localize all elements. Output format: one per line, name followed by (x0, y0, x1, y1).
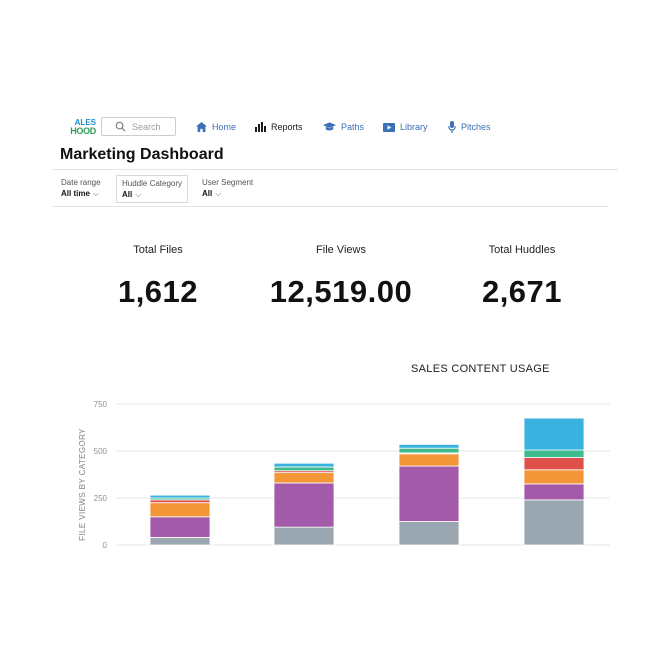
bar-segment (523, 499, 585, 546)
y-tick-label: 0 (103, 541, 108, 550)
filter-huddle-category-label: Huddle Category (122, 179, 183, 188)
bar-segment (398, 447, 460, 454)
bar-segment (523, 469, 585, 485)
page-title: Marketing Dashboard (60, 146, 224, 163)
y-tick-label: 750 (94, 400, 108, 409)
chevron-down-icon: ⌵ (215, 189, 222, 198)
microphone-icon (448, 121, 456, 133)
nav-paths[interactable]: Paths (323, 120, 364, 134)
bar-segment (273, 482, 335, 528)
kpi-total-files-label: Total Files (133, 244, 183, 256)
filters-divider (52, 206, 608, 207)
bar-segment (149, 494, 211, 499)
kpi-total-files: Total Files 1,612 (68, 244, 248, 310)
home-icon (196, 122, 207, 132)
title-divider (52, 169, 618, 170)
bar-segment (398, 521, 460, 546)
kpi-total-huddles-label: Total Huddles (488, 244, 556, 256)
search-icon (115, 121, 126, 132)
nav-reports-label: Reports (271, 122, 303, 132)
bar-segment (273, 472, 335, 484)
filter-user-segment-label: User Segment (202, 178, 254, 187)
bar-segment (149, 502, 211, 518)
top-nav-bar: ALES HOOD Search Home Reports Paths Libr… (62, 112, 618, 142)
nav-library[interactable]: Library (383, 120, 428, 134)
play-folder-icon (383, 123, 395, 132)
kpi-total-files-value: 1,612 (117, 274, 199, 309)
filter-date-range-value: All time ⌵ (61, 189, 99, 198)
nav-reports[interactable]: Reports (255, 120, 303, 134)
bar-segment (523, 457, 585, 471)
filter-huddle-category-value: All ⌵ (122, 190, 142, 199)
y-tick-label: 250 (94, 494, 108, 503)
search-input[interactable]: Search (101, 117, 176, 136)
nav-paths-label: Paths (341, 122, 365, 132)
chevron-down-icon: ⌵ (135, 190, 142, 199)
kpi-file-views: File Views 12,519.00 (251, 244, 431, 310)
search-placeholder: Search (132, 121, 161, 132)
bar-segment (149, 499, 211, 504)
filter-huddle-category[interactable]: Huddle Category All ⌵ (116, 175, 189, 203)
bar-segment (523, 417, 585, 451)
nav-pitches[interactable]: Pitches (448, 120, 491, 134)
nav-library-label: Library (400, 122, 428, 132)
bar-segment (273, 526, 335, 546)
bar-segment (523, 449, 585, 458)
nav-pitches-label: Pitches (461, 122, 491, 132)
y-tick-label: 500 (94, 447, 108, 456)
bar-segment (398, 453, 460, 467)
filter-date-range[interactable]: Date range All time ⌵ (56, 175, 106, 203)
app-logo[interactable]: ALES HOOD (66, 118, 96, 138)
y-axis-label: FILE VIEWS BY CATEGORY (78, 428, 87, 541)
sales-content-usage-chart: 0 250 500 750 FILE VIEWS BY CATEGORY (78, 400, 610, 550)
filter-date-range-label: Date range (61, 178, 101, 187)
kpi-file-views-label: File Views (316, 244, 366, 256)
bar-segment (149, 516, 211, 538)
bar-segment (273, 466, 335, 472)
kpi-total-huddles-value: 2,671 (481, 274, 563, 309)
graduation-cap-icon (323, 122, 336, 131)
nav-home-label: Home (212, 122, 237, 132)
chevron-down-icon: ⌵ (92, 189, 99, 198)
bar-segment (398, 444, 460, 449)
kpi-total-huddles: Total Huddles 2,671 (432, 244, 612, 310)
bar-segment (398, 465, 460, 522)
kpi-file-views-value: 12,519.00 (269, 274, 413, 309)
nav-home[interactable]: Home (196, 120, 236, 134)
bar-segment (149, 537, 211, 546)
chart-title: SALES CONTENT USAGE (411, 363, 550, 375)
bar-segment (273, 462, 335, 468)
logo-line-2: HOOD (70, 126, 96, 136)
bar-chart-icon (255, 122, 266, 132)
filter-user-segment-value: All ⌵ (202, 189, 222, 198)
bar-segment (523, 483, 585, 501)
filter-user-segment[interactable]: User Segment All ⌵ (197, 175, 258, 203)
